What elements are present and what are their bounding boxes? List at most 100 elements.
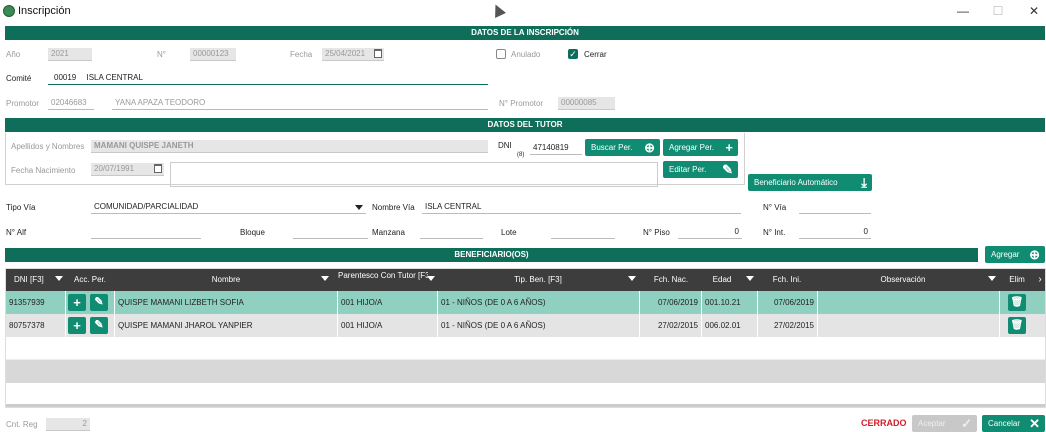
n-int-label: N° Int.: [763, 228, 786, 237]
check-icon: ✓: [961, 416, 972, 431]
n-int-field[interactable]: 0: [799, 226, 871, 239]
fecha-value: 25/04/2021: [325, 49, 366, 58]
scroll-right-icon[interactable]: ›: [1034, 269, 1045, 291]
tutor-notes-area: [170, 162, 658, 187]
filter-icon[interactable]: [988, 276, 996, 281]
cerrar-checkbox[interactable]: ✓: [568, 49, 578, 59]
manzana-field[interactable]: [420, 226, 483, 239]
header-dni[interactable]: DNI [F3]: [6, 269, 52, 291]
filter-icon[interactable]: [628, 276, 636, 281]
cell-tipben: 01 - NIÑOS (DE 0 A 6 AÑOS): [438, 291, 640, 314]
add-circle-icon: ⊕: [1029, 247, 1040, 262]
add-person-icon[interactable]: +: [68, 294, 86, 311]
numero-label: N°: [157, 50, 166, 59]
fecha-field[interactable]: 25/04/2021: [322, 48, 384, 61]
npromotor-label: N° Promotor: [499, 99, 544, 108]
beneficiario-automatico-label: Beneficiario Automático: [754, 178, 838, 187]
pencil-icon[interactable]: ✎: [90, 317, 108, 334]
minimize-button[interactable]: —: [953, 3, 973, 19]
header-parentesco[interactable]: Parentesco Con Tutor [F3]: [338, 269, 428, 291]
n-alf-label: N° Alf: [6, 228, 27, 237]
trash-icon[interactable]: 🗑: [1008, 294, 1026, 311]
agregar-persona-label: Agregar Per.: [669, 143, 714, 152]
trash-icon[interactable]: 🗑: [1008, 317, 1026, 334]
comite-field[interactable]: 00019 ISLA CENTRAL: [48, 72, 488, 85]
cell-edad: 006.02.01: [702, 314, 758, 337]
cell-obs: [818, 314, 1000, 337]
cell-nombre: QUISPE MAMANI LIZBETH SOFIA: [114, 291, 338, 314]
empty-row: [6, 383, 1045, 406]
comite-name: ISLA CENTRAL: [86, 73, 143, 82]
header-fnac[interactable]: Fch. Nac.: [640, 269, 702, 291]
cnt-reg-label: Cnt. Reg: [6, 420, 38, 429]
cancelar-button[interactable]: Cancelar ✕: [982, 415, 1045, 432]
aceptar-button[interactable]: Aceptar ✓: [912, 415, 977, 432]
cell-edad: 001.10.21: [702, 291, 758, 314]
section-header-inscripcion: DATOS DE LA INSCRIPCIÓN: [5, 26, 1045, 40]
agregar-beneficiario-label: Agregar: [991, 250, 1020, 259]
cell-fnac: 07/06/2019: [640, 291, 702, 314]
cerrar-label: Cerrar: [584, 50, 607, 59]
promotor-label: Promotor: [6, 99, 39, 108]
n-via-field[interactable]: [799, 201, 871, 214]
filter-icon[interactable]: [427, 276, 435, 281]
grid-header: DNI [F3] Acc. Per. Nombre Parentesco Con…: [6, 269, 1045, 291]
editar-persona-button[interactable]: Editar Per. ✎: [663, 161, 738, 178]
filter-icon[interactable]: [55, 276, 63, 281]
tipo-via-select[interactable]: COMUNIDAD/PARCIALIDAD: [91, 201, 366, 214]
cell-dni: 80757378: [6, 314, 66, 337]
dni-sublabel: (8): [517, 152, 525, 158]
n-alf-field[interactable]: [91, 226, 201, 239]
close-button[interactable]: ✕: [1024, 3, 1044, 19]
fecha-label: Fecha: [290, 50, 313, 59]
header-obs[interactable]: Observación: [818, 269, 988, 291]
header-tipben[interactable]: Tip. Ben. [F3]: [438, 269, 638, 291]
anulado-checkbox[interactable]: [496, 49, 506, 59]
status-label: CERRADO: [861, 418, 907, 428]
nombre-via-field[interactable]: ISLA CENTRAL: [422, 201, 741, 214]
calendar-icon[interactable]: [374, 49, 382, 58]
anulado-label: Anulado: [511, 50, 541, 59]
agregar-persona-button[interactable]: Agregar Per. +: [663, 139, 738, 156]
filter-icon[interactable]: [321, 276, 329, 281]
pencil-icon: ✎: [722, 162, 733, 177]
header-fini[interactable]: Fch. Ini.: [758, 269, 816, 291]
comite-label: Comité: [6, 74, 32, 83]
filter-icon[interactable]: [746, 276, 754, 281]
dropdown-arrow-icon: [355, 205, 363, 210]
npromotor-field: 00000085: [558, 97, 615, 110]
agregar-beneficiario-button[interactable]: Agregar ⊕: [985, 246, 1045, 263]
buscar-persona-button[interactable]: Buscar Per. ⊕: [585, 139, 660, 156]
anio-field[interactable]: 2021: [48, 48, 92, 61]
cancelar-label: Cancelar: [988, 419, 1021, 428]
maximize-button[interactable]: ☐: [988, 3, 1008, 19]
lote-field[interactable]: [551, 226, 615, 239]
bloque-field[interactable]: [293, 226, 368, 239]
horizontal-scrollbar[interactable]: [6, 404, 1045, 407]
pencil-icon[interactable]: ✎: [90, 294, 108, 311]
calendar-icon: [154, 164, 162, 173]
manzana-label: Manzana: [372, 228, 405, 237]
header-edad[interactable]: Edad: [702, 269, 742, 291]
cell-parentesco: 001 HIJO/A: [338, 291, 438, 314]
section-header-beneficiarios: BENEFICIARIO(OS): [5, 248, 978, 262]
n-piso-field[interactable]: 0: [678, 226, 742, 239]
beneficiario-automatico-button[interactable]: Beneficiario Automático ⤓: [748, 174, 872, 191]
header-nombre[interactable]: Nombre: [114, 269, 338, 291]
buscar-persona-label: Buscar Per.: [591, 143, 633, 152]
table-row[interactable]: 80757378 + ✎ QUISPE MAMANI JHAROL YANPIE…: [6, 314, 1045, 337]
dni-field[interactable]: 47140819: [530, 142, 582, 155]
add-person-icon[interactable]: +: [68, 317, 86, 334]
cell-fini: 27/02/2015: [758, 314, 818, 337]
empty-row: [6, 360, 1045, 383]
cell-nombre: QUISPE MAMANI JHAROL YANPIER: [114, 314, 338, 337]
table-row[interactable]: 91357939 + ✎ QUISPE MAMANI LIZBETH SOFIA…: [6, 291, 1045, 314]
comite-code: 00019: [54, 73, 77, 82]
fnac-field: 20/07/1991: [91, 163, 164, 176]
lote-label: Lote: [501, 228, 517, 237]
plus-icon: +: [725, 140, 733, 155]
nombres-label: Apellidos y Nombres: [11, 142, 85, 151]
empty-row: [6, 337, 1045, 360]
cnt-reg-field: 2: [46, 418, 90, 431]
numero-field[interactable]: 00000123: [190, 48, 236, 61]
